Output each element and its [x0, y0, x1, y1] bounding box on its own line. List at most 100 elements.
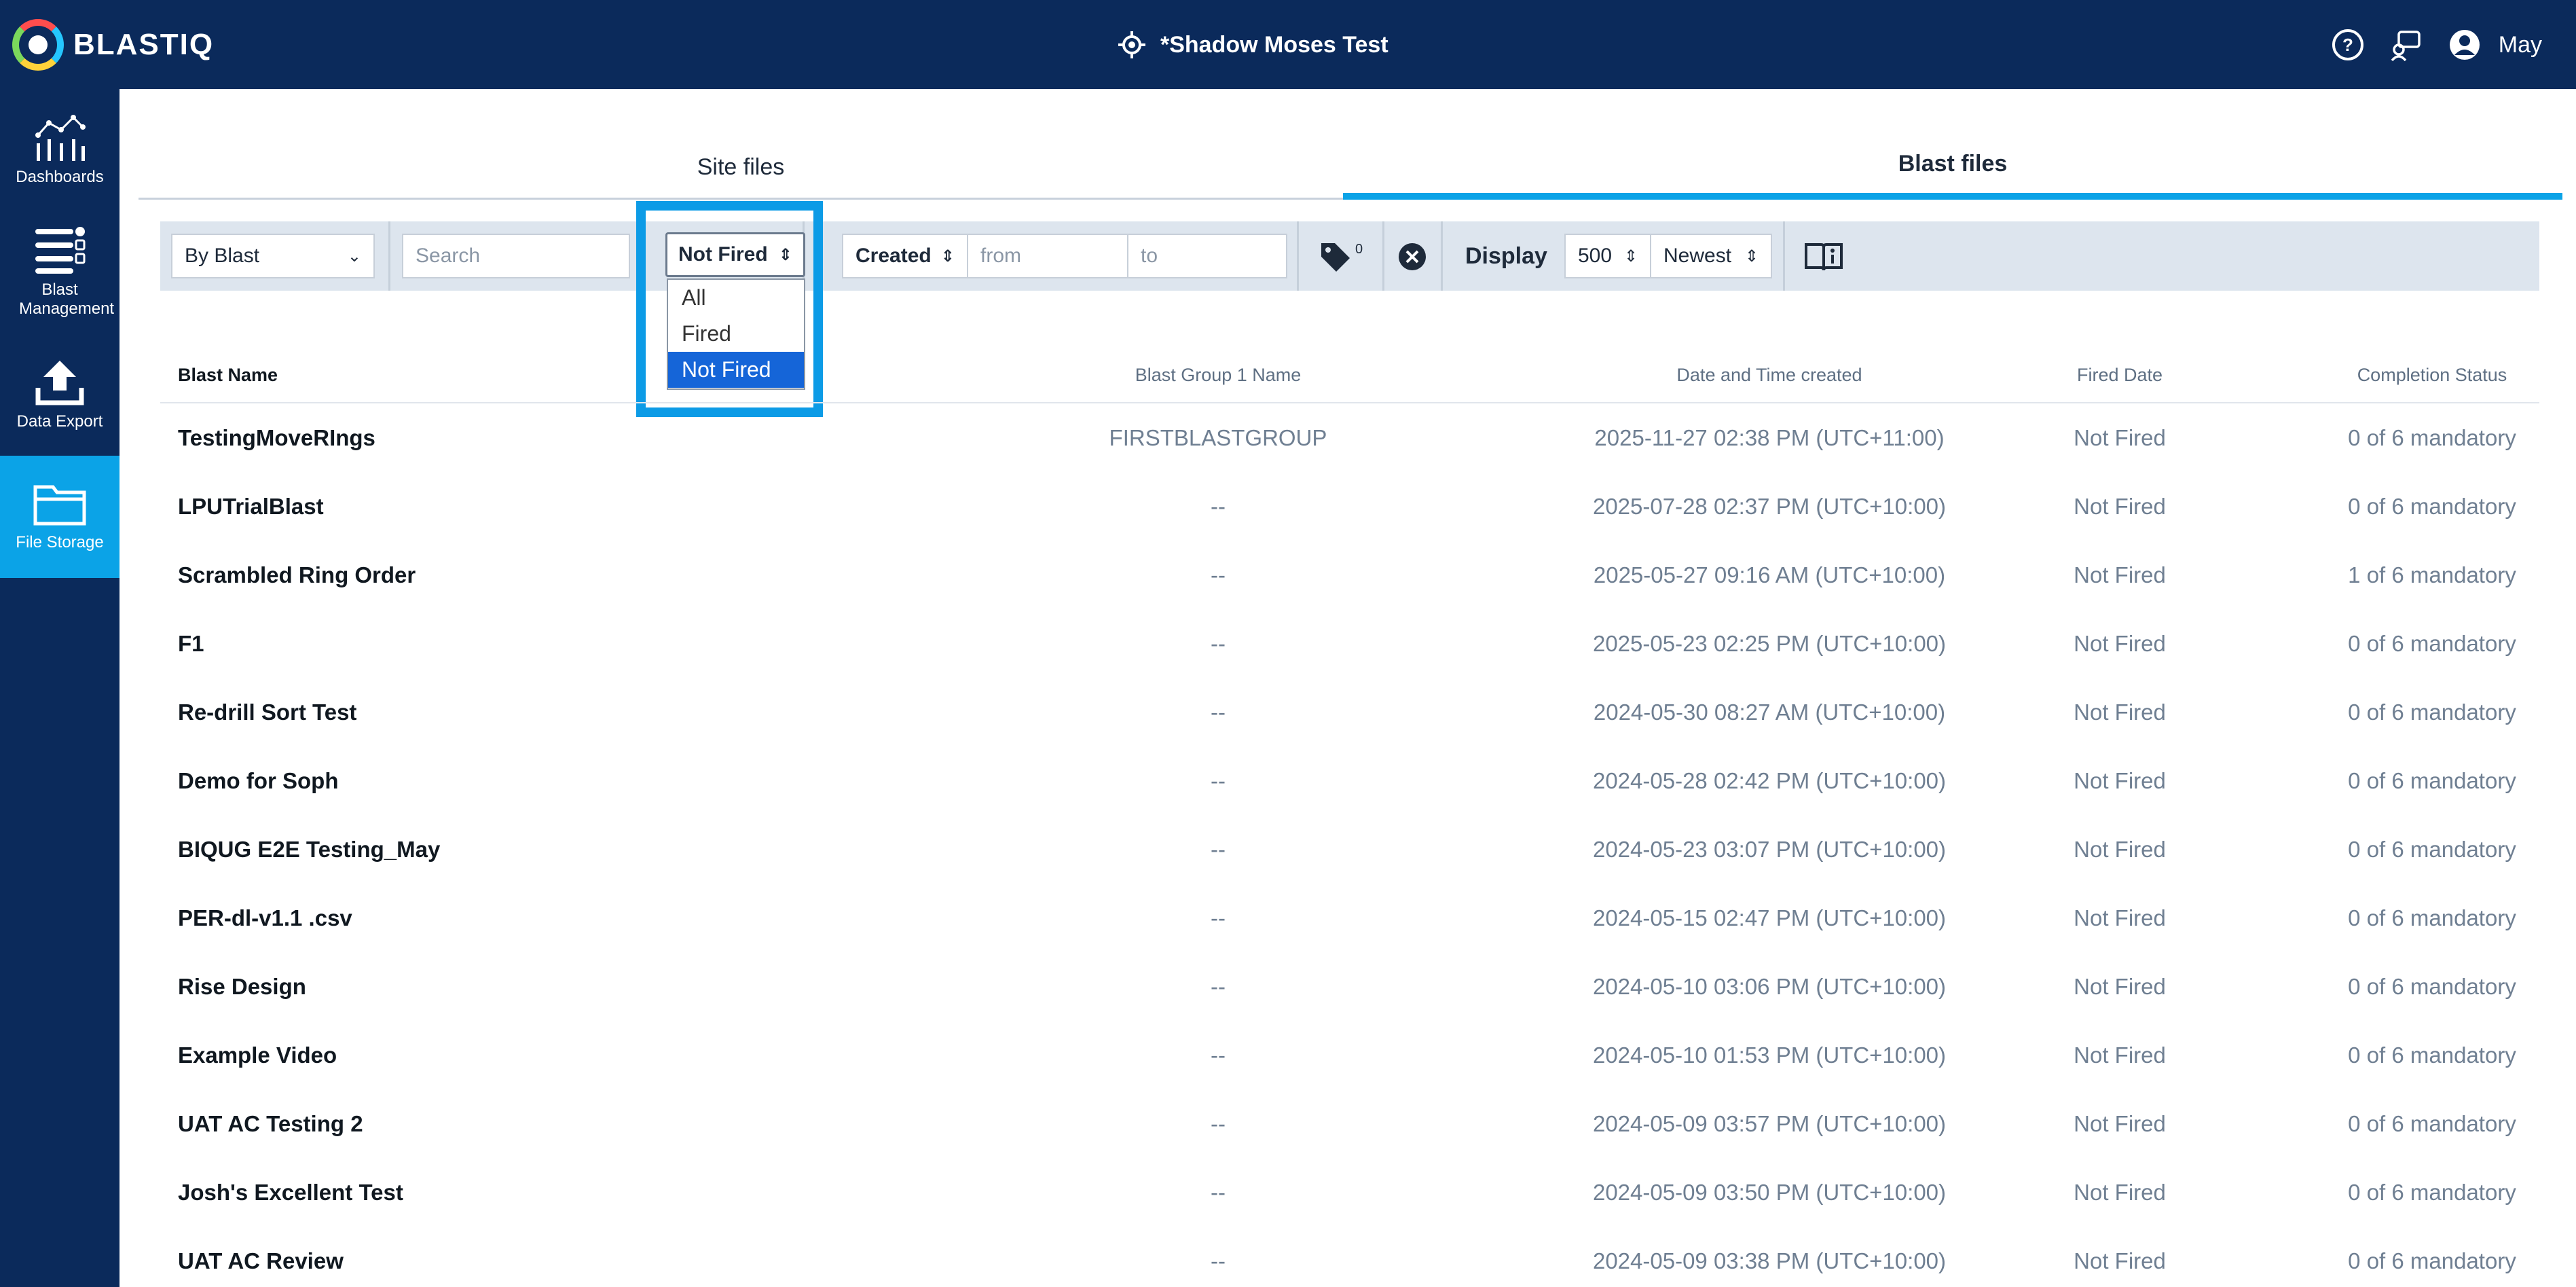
column-fired-date[interactable]: Fired Date [1950, 346, 2289, 403]
sidebar-item-data-export[interactable]: Data Export [0, 358, 119, 431]
table-row[interactable]: PER-dl-v1.1 .csv -- 2024-05-15 02:47 PM (U… [160, 884, 2539, 952]
table-row[interactable]: BIQUG E2E Testing_May -- 2024-05-23 03:07 … [160, 815, 2539, 884]
search-placeholder: Search [416, 244, 481, 267]
date-from-input[interactable]: from [967, 234, 1128, 278]
table-row[interactable]: UAT AC Review -- 2024-05-09 03:38 PM (UTC+… [160, 1227, 2539, 1287]
column-completion-status[interactable]: Completion Status [2269, 346, 2576, 403]
blast-table-body: TestingMoveRIngs FIRSTBLASTGROUP 2025-11-2… [160, 403, 2539, 1287]
completion-status-cell: 0 of 6 mandatory [2348, 836, 2516, 862]
app-root: BLASTIQ *Shadow Moses Test ? May Dashboa… [0, 0, 2576, 1287]
blast-group-cell: -- [1211, 1248, 1226, 1273]
sidebar-item-dashboards[interactable]: Dashboards [0, 112, 119, 187]
sidebar-nav: Dashboards Blast Management Data Export [0, 89, 119, 1287]
tab-site-files[interactable]: Site files [139, 134, 1343, 200]
blast-group-cell: -- [1211, 493, 1226, 519]
sidebar-item-label: Dashboards [16, 168, 104, 186]
blast-name-cell: PER-dl-v1.1 .csv [178, 905, 352, 930]
table-row[interactable]: Re-drill Sort Test -- 2024-05-30 08:27 AM … [160, 678, 2539, 746]
completion-status-cell: 0 of 6 mandatory [2348, 1042, 2516, 1068]
blast-group-cell: -- [1211, 699, 1226, 725]
blast-name-cell: Scrambled Ring Order [178, 562, 416, 587]
date-to-placeholder: to [1141, 244, 1158, 267]
fired-date-cell: Not Fired [2074, 973, 2166, 999]
site-title: *Shadow Moses Test [1160, 31, 1388, 58]
table-row[interactable]: Demo for Soph -- 2024-05-28 02:42 PM (UTC+… [160, 746, 2539, 815]
date-type-value: Created [855, 244, 932, 267]
blast-group-cell: -- [1211, 1042, 1226, 1068]
divider [1297, 221, 1299, 291]
blast-group-cell: -- [1211, 905, 1226, 930]
completion-status-cell: 0 of 6 mandatory [2348, 424, 2516, 450]
sidebar-item-file-storage[interactable]: File Storage [0, 456, 119, 578]
location-target-icon [1118, 31, 1145, 58]
site-selector[interactable]: *Shadow Moses Test [1117, 26, 1388, 64]
blast-group-cell: -- [1211, 1110, 1226, 1136]
sort-caret-icon: ⇕ [1744, 247, 1759, 266]
completion-status-cell: 0 of 6 mandatory [2348, 1248, 2516, 1273]
blast-list-icon [35, 227, 86, 274]
blast-name-cell: UAT AC Review [178, 1248, 344, 1273]
user-avatar-icon[interactable] [2447, 27, 2482, 62]
date-type-select[interactable]: Created ⇕ [842, 234, 968, 278]
blast-name-cell: BIQUG E2E Testing_May [178, 836, 441, 862]
table-row[interactable]: F1 -- 2025-05-23 02:25 PM (UTC+10:00) Not F… [160, 609, 2539, 678]
fired-date-cell: Not Fired [2074, 767, 2166, 793]
completion-status-cell: 0 of 6 mandatory [2348, 1179, 2516, 1205]
table-row[interactable]: UAT AC Testing 2 -- 2024-05-09 03:57 PM (U… [160, 1089, 2539, 1158]
completion-status-cell: 0 of 6 mandatory [2348, 493, 2516, 519]
date-to-input[interactable]: to [1127, 234, 1287, 278]
sort-caret-icon: ⇕ [778, 245, 792, 264]
info-guide-button[interactable] [1803, 239, 1844, 274]
file-tabs: Site files Blast files [139, 134, 2562, 200]
blast-name-cell: UAT AC Testing 2 [178, 1110, 363, 1136]
table-row[interactable]: LPUTrialBlast -- 2025-07-28 02:37 PM (UTC+… [160, 472, 2539, 541]
tag-count: 0 [1355, 241, 1363, 257]
blast-name-cell: Josh's Excellent Test [178, 1179, 403, 1205]
fired-filter-select[interactable]: Not Fired ⇕ [665, 232, 805, 277]
table-header: Blast Name Blast Group 1 Name Date and T… [160, 346, 2539, 403]
completion-status-cell: 0 of 6 mandatory [2348, 1110, 2516, 1136]
column-blast-group[interactable]: Blast Group 1 Name [1058, 346, 1378, 403]
sidebar-item-blast-management[interactable]: Blast Management [0, 226, 119, 319]
filter-bar: By Blast ⌄ Search Created ⇕ from to 0 Di… [160, 221, 2539, 291]
tab-blast-files[interactable]: Blast files [1343, 134, 2562, 200]
sort-order-select[interactable]: Newest ⇕ [1650, 234, 1772, 278]
user-name[interactable]: May [2499, 32, 2542, 58]
blastiq-logo[interactable]: BLASTIQ [12, 16, 214, 73]
table-row[interactable]: Josh's Excellent Test -- 2024-05-09 03:50 … [160, 1158, 2539, 1227]
fired-date-cell: Not Fired [2074, 1179, 2166, 1205]
search-input[interactable]: Search [402, 234, 630, 278]
support-chat-icon[interactable] [2389, 27, 2424, 62]
upload-icon [35, 361, 84, 405]
book-info-icon [1805, 243, 1843, 271]
blast-group-cell: -- [1211, 630, 1226, 656]
clear-filters-button[interactable] [1397, 239, 1427, 274]
page-size-select[interactable]: 500 ⇕ [1564, 234, 1651, 278]
fired-date-cell: Not Fired [2074, 424, 2166, 450]
tab-label: Site files [697, 153, 785, 180]
table-row[interactable]: Rise Design -- 2024-05-10 03:06 PM (UTC+10… [160, 952, 2539, 1021]
blast-name-cell: LPUTrialBlast [178, 493, 324, 519]
completion-status-cell: 0 of 6 mandatory [2348, 630, 2516, 656]
option-all[interactable]: All [668, 280, 804, 316]
table-row[interactable]: TestingMoveRIngs FIRSTBLASTGROUP 2025-11-2… [160, 403, 2539, 472]
divider [1441, 221, 1443, 291]
fired-date-cell: Not Fired [2074, 493, 2166, 519]
date-from-placeholder: from [980, 244, 1021, 267]
tag-filter-button[interactable]: 0 [1319, 239, 1363, 274]
logo-text: BLASTIQ [73, 28, 215, 61]
group-by-value: By Blast [185, 244, 260, 267]
chevron-down-icon: ⌄ [347, 247, 361, 266]
table-row[interactable]: Example Video -- 2024-05-10 01:53 PM (UTC+… [160, 1021, 2539, 1089]
completion-status-cell: 0 of 6 mandatory [2348, 699, 2516, 725]
top-header: BLASTIQ *Shadow Moses Test ? May [0, 0, 2576, 89]
divider [1783, 221, 1785, 291]
folder-icon [33, 485, 86, 526]
column-blast-name[interactable]: Blast Name [178, 346, 278, 403]
table-row[interactable]: Scrambled Ring Order -- 2025-05-27 09:16 A… [160, 541, 2539, 609]
help-icon[interactable]: ? [2330, 27, 2366, 62]
group-by-select[interactable]: By Blast ⌄ [171, 234, 375, 278]
blast-name-cell: Re-drill Sort Test [178, 699, 357, 725]
sort-caret-icon: ⇕ [1623, 247, 1638, 266]
completion-status-cell: 0 of 6 mandatory [2348, 905, 2516, 930]
